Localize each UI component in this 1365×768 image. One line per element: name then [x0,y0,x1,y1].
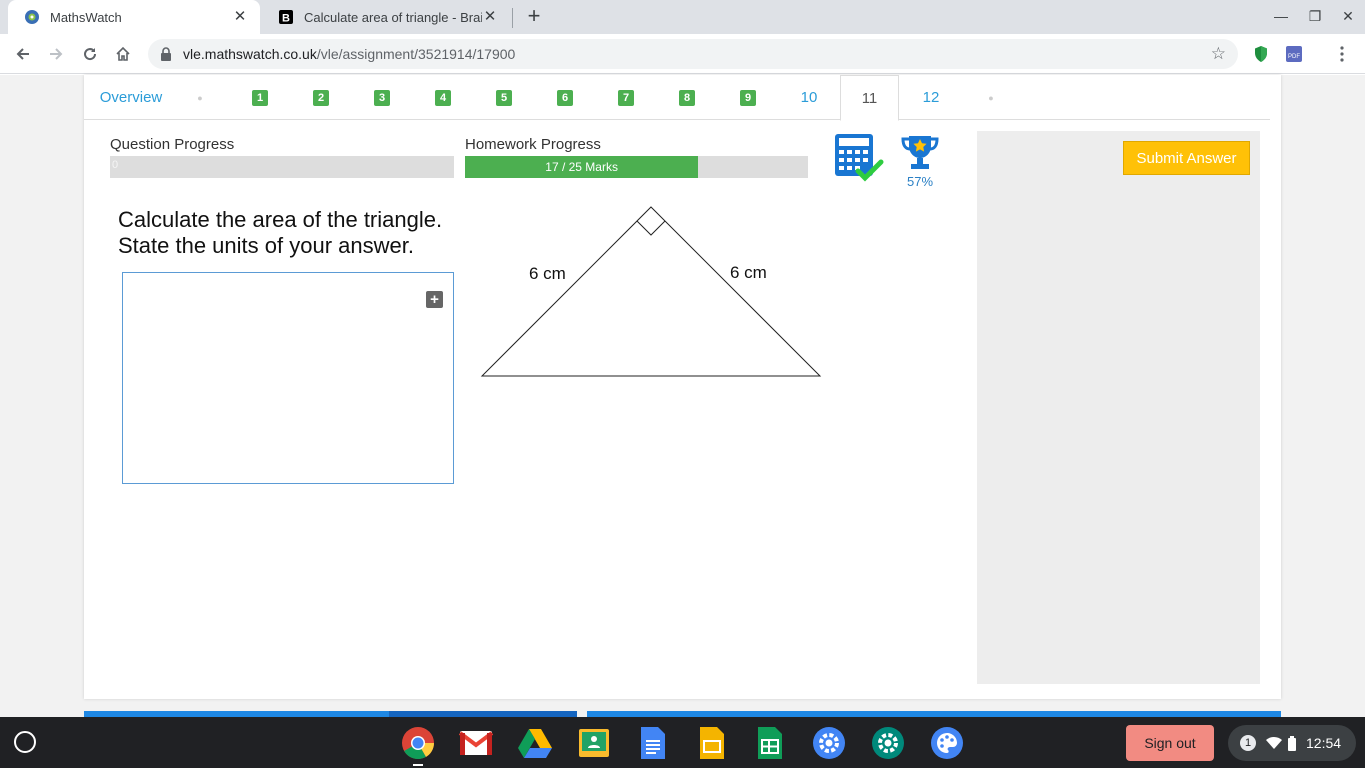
back-arrow-icon[interactable] [11,42,35,66]
tab-question-3[interactable]: 3 [362,75,402,120]
tab-separator [512,8,513,28]
right-angle-marker [636,220,666,236]
close-tab-icon[interactable]: ✕ [482,9,498,25]
tab-title: Calculate area of triangle - Brainl [304,9,482,25]
browser-tab-strip: MathsWatch ✕ B Calculate area of triangl… [0,0,1365,34]
sheets-app-icon[interactable] [752,725,788,761]
os-shelf: Sign out 1 12:54 [0,717,1365,768]
question-progress-label: Question Progress [110,136,235,153]
right-side-label: 6 cm [730,263,767,282]
submit-answer-button[interactable]: Submit Answer [1123,141,1250,175]
tab-dot-icon: ● [988,92,994,103]
tab-question-10[interactable]: 10 [784,75,834,120]
triangle-shape [480,206,822,377]
settings-green-app-icon[interactable] [870,725,906,761]
question-line-1: Calculate the area of the triangle. [118,207,443,232]
chrome-menu-icon[interactable] [1330,42,1354,66]
tab-question-2[interactable]: 2 [301,75,341,120]
chrome-app-icon[interactable] [400,725,436,761]
side-panel [977,131,1260,684]
bookmark-star-icon[interactable]: ☆ [1211,44,1226,64]
new-tab-plus-icon[interactable]: + [522,5,546,29]
battery-icon [1288,735,1296,751]
triangle-diagram: 6 cm 6 cm [480,206,822,377]
gmail-app-icon[interactable] [458,725,494,761]
drive-app-icon[interactable] [517,725,553,761]
insert-plus-icon[interactable]: + [426,291,443,308]
url-text: vle.mathswatch.co.uk/vle/assignment/3521… [183,46,516,62]
tab-question-1[interactable]: 1 [240,75,280,120]
svg-text:B: B [282,13,290,25]
answer-input-area[interactable]: + [122,272,454,484]
slides-app-icon[interactable] [694,725,730,761]
tab-brainly[interactable]: B Calculate area of triangle - Brainl ✕ [262,0,510,34]
homework-progress-bar: 17 / 25 Marks [465,156,808,178]
question-progress-value: 0 [112,159,119,171]
minimize-icon[interactable]: — [1271,8,1291,26]
shield-extension-icon[interactable] [1251,44,1271,64]
wifi-icon [1266,736,1282,749]
forward-arrow-icon[interactable] [44,42,68,66]
tab-question-5[interactable]: 5 [484,75,524,120]
tab-question-7[interactable]: 7 [606,75,646,120]
restore-icon[interactable]: ❐ [1305,8,1325,26]
tab-dot-icon: ● [197,92,203,103]
page-background: Overview ● 1 2 3 4 5 6 7 8 9 10 11 12 ● … [0,75,1365,717]
homework-progress-label: Homework Progress [465,136,601,153]
left-side-label: 6 cm [529,264,566,283]
question-tabs: Overview ● 1 2 3 4 5 6 7 8 9 10 11 12 ● [84,75,1270,121]
question-progress-bar: 0 [110,156,454,178]
trophy-icon [901,136,939,169]
tab-question-11[interactable]: 11 [840,75,899,121]
sign-out-button[interactable]: Sign out [1126,725,1214,761]
palette-app-icon[interactable] [929,725,965,761]
classroom-app-icon[interactable] [576,725,612,761]
docs-app-icon[interactable] [635,725,671,761]
reload-icon[interactable] [78,42,102,66]
status-tray[interactable]: 1 12:54 [1228,725,1356,761]
tab-question-4[interactable]: 4 [423,75,463,120]
tab-overview[interactable]: Overview [90,75,172,120]
question-text: Calculate the area of the triangle. Stat… [118,207,442,259]
settings-blue-app-icon[interactable] [811,725,847,761]
brainly-favicon-icon: B [279,10,293,25]
tab-question-6[interactable]: 6 [545,75,585,120]
clock-time: 12:54 [1306,735,1342,751]
svg-text:PDF: PDF [1288,54,1300,60]
tab-question-8[interactable]: 8 [667,75,707,120]
close-window-icon[interactable]: ✕ [1338,8,1358,26]
browser-toolbar: vle.mathswatch.co.uk/vle/assignment/3521… [0,34,1365,74]
assignment-card: Overview ● 1 2 3 4 5 6 7 8 9 10 11 12 ● … [84,75,1281,699]
close-tab-icon[interactable]: ✕ [232,9,248,25]
tab-question-9[interactable]: 9 [728,75,768,120]
tab-mathswatch[interactable]: MathsWatch ✕ [8,0,260,34]
homework-progress-fill: 17 / 25 Marks [465,156,699,178]
mathswatch-favicon-icon [25,10,39,24]
home-icon[interactable] [111,42,135,66]
notification-count: 1 [1240,735,1256,751]
launcher-icon[interactable] [14,731,36,753]
calculator-allowed-icon [835,134,884,182]
address-bar[interactable]: vle.mathswatch.co.uk/vle/assignment/3521… [148,39,1238,69]
lock-icon [161,47,171,61]
pdf-extension-icon[interactable]: PDF [1284,44,1304,64]
tab-question-12[interactable]: 12 [906,75,956,120]
trophy-percent: 57% [907,174,934,189]
tab-title: MathsWatch [50,9,122,25]
question-line-2: State the units of your answer. [118,233,414,258]
active-app-indicator [413,764,423,766]
